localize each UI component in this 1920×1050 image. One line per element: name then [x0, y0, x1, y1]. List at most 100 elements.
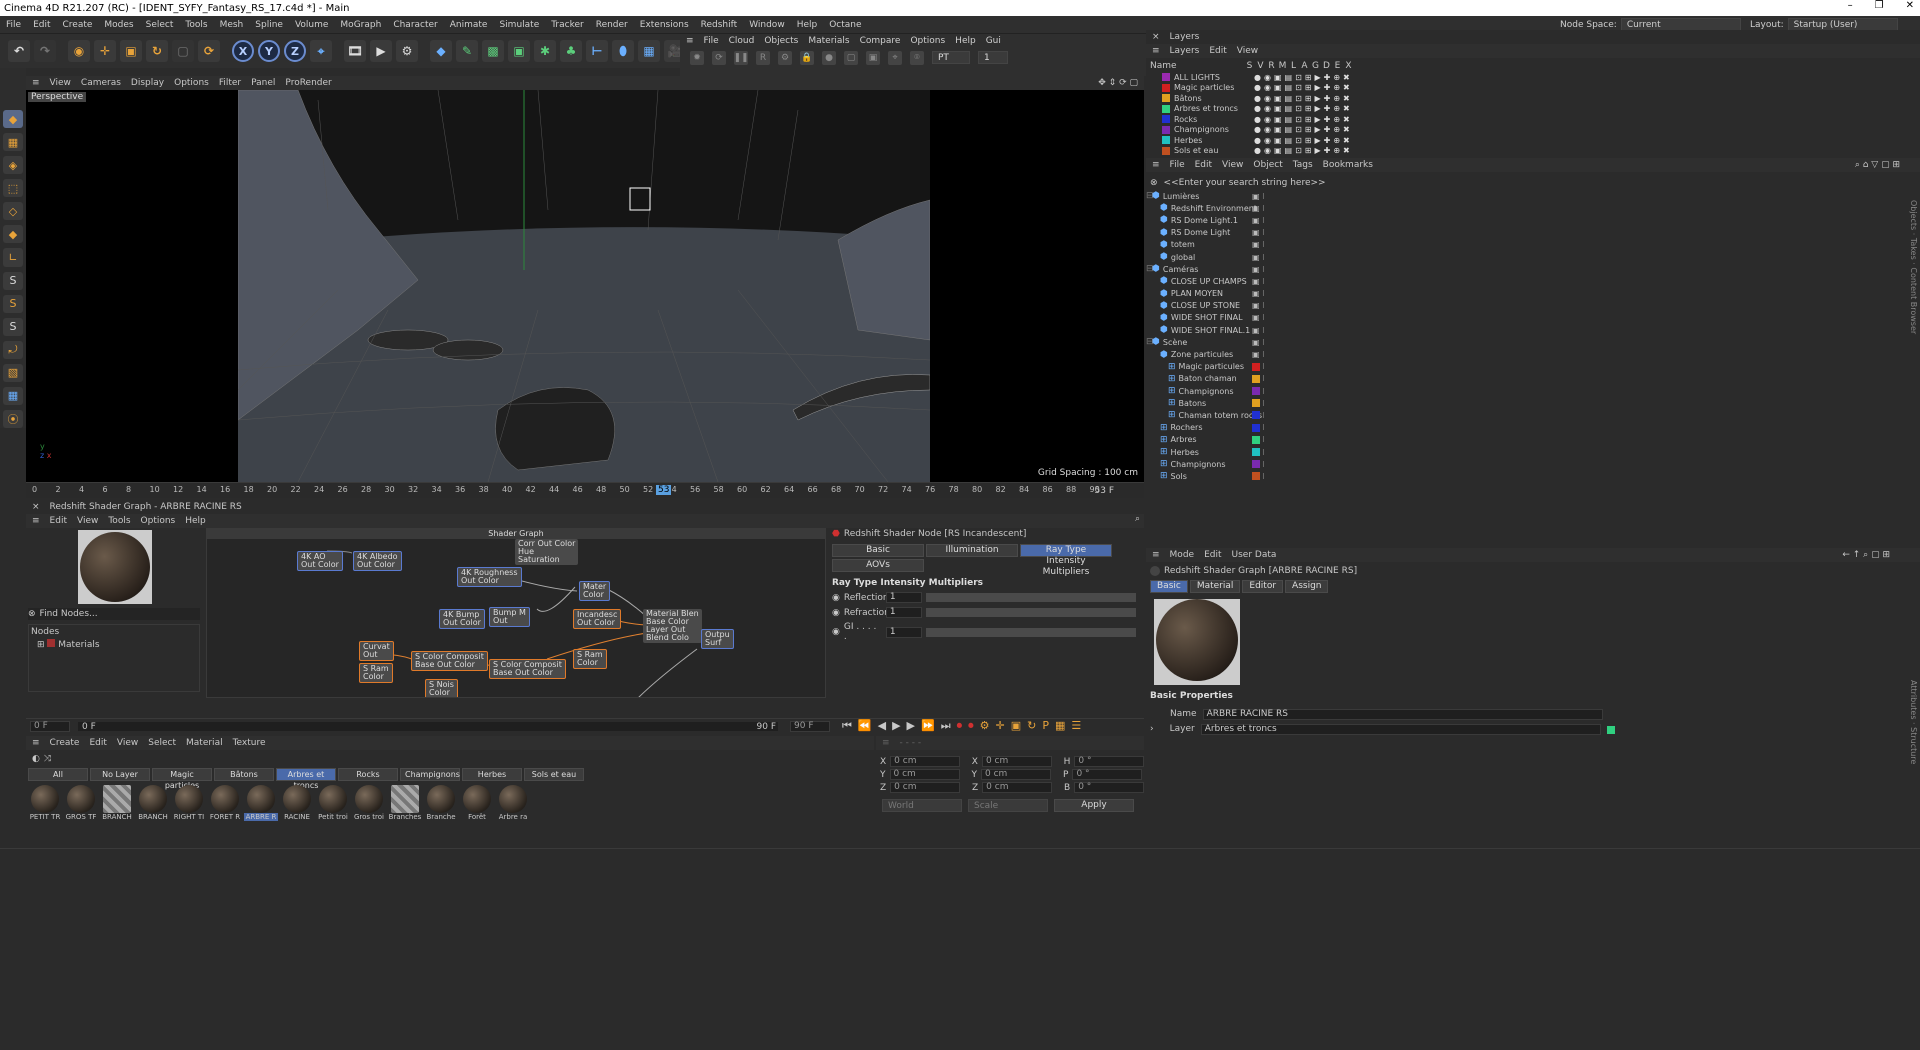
menu-modes[interactable]: Modes — [104, 20, 133, 30]
object-row[interactable]: ⬢ CLOSE UP STONE ▣ ⁝ — [1146, 300, 1920, 312]
side-tab-objects[interactable]: Objects · Takes · Content Browser — [1906, 200, 1918, 334]
object-row[interactable]: ⊟ ⬢ Caméras ▣ ⁝ — [1146, 263, 1920, 275]
pos-field[interactable]: 0 cm — [889, 769, 960, 780]
object-row[interactable]: ⊞Rochers▣ ⁝ — [1146, 422, 1920, 434]
size-field[interactable]: 0 cm — [981, 756, 1052, 767]
hamburger-icon[interactable]: ≡ — [1152, 160, 1160, 170]
node-output[interactable]: Outpu Surf — [701, 629, 734, 649]
param-slider[interactable] — [925, 608, 1136, 617]
layer-toggle-icons[interactable]: ●◉▣▤⊡⊞▶✚⊕✖ — [1254, 136, 1353, 145]
node-ramp-2[interactable]: S Ram Color — [573, 649, 607, 669]
next-frame-icon[interactable]: ▶ — [907, 719, 915, 733]
material-swatch[interactable]: Forêt — [460, 785, 494, 821]
rot-field[interactable]: 0 ° — [1072, 769, 1143, 780]
object-row[interactable]: ⊞Champignons▣ ⁝ — [1146, 385, 1920, 397]
cycle-icon[interactable]: ⟳ — [198, 40, 220, 62]
mm-menu-select[interactable]: Select — [148, 738, 176, 748]
node-color-composite-2[interactable]: S Color Composit Base Out Color — [489, 659, 566, 679]
layer-column-header[interactable]: E — [1332, 61, 1343, 71]
node-color-composite-1[interactable]: S Color Composit Base Out Color — [411, 651, 488, 671]
object-row[interactable]: ⬢ PLAN MOYEN ▣ ⁝ — [1146, 288, 1920, 300]
close-icon[interactable]: × — [32, 502, 40, 512]
object-row[interactable]: ⬢ RS Dome Light.1 ▣ ⁝ — [1146, 214, 1920, 226]
menu-render[interactable]: Render — [596, 20, 628, 30]
object-visibility-icon[interactable]: ▣ ⁝ — [1252, 216, 1265, 225]
layer-color-swatch[interactable] — [1162, 125, 1170, 134]
rs-menu-materials[interactable]: Materials — [808, 36, 849, 46]
play-icon[interactable]: ▶ — [892, 719, 900, 733]
attr-menu-userdata[interactable]: User Data — [1232, 550, 1277, 560]
hamburger-icon[interactable]: ≡ — [1152, 550, 1160, 560]
obj-menu-view[interactable]: View — [1222, 160, 1243, 170]
rotation-key-icon[interactable]: ↻ — [1027, 719, 1036, 733]
timeline-ruler[interactable]: 0 2 4 6 8 10 12 14 16 18 20 22 24 26 28 30 32 34 36 38 40 42 4… — [26, 482, 1144, 498]
edges-mode-icon[interactable]: ◇ — [3, 202, 23, 221]
rotate-icon[interactable]: ↻ — [146, 40, 168, 62]
vp-menu-cameras[interactable]: Cameras — [81, 78, 121, 88]
obj-menu-bookmarks[interactable]: Bookmarks — [1323, 160, 1373, 170]
vp-menu-filter[interactable]: Filter — [219, 78, 241, 88]
object-layer-swatch[interactable] — [1252, 387, 1260, 396]
vp-menu-display[interactable]: Display — [131, 78, 164, 88]
find-nodes-input[interactable]: Find Nodes... — [40, 609, 98, 619]
frame-field[interactable]: 1 — [978, 51, 1008, 64]
filter-tab[interactable]: Bâtons — [214, 768, 274, 781]
material-swatch[interactable]: Petit troi — [316, 785, 350, 821]
array-icon[interactable]: ▣ — [508, 40, 530, 62]
minimize-button[interactable]: – — [1848, 0, 1853, 11]
param-slider[interactable] — [925, 593, 1136, 602]
layer-toggle-icons[interactable]: ●◉▣▤⊡⊞▶✚⊕✖ — [1254, 94, 1353, 103]
render-region-icon[interactable]: 🎞 — [344, 40, 366, 62]
object-layer-swatch[interactable] — [1252, 435, 1260, 444]
pos-field[interactable]: 0 cm — [890, 782, 960, 793]
go-end-icon[interactable]: ⏭ — [941, 719, 951, 733]
param-value[interactable]: 1 — [885, 592, 922, 603]
search-icon[interactable]: ⌕ — [1135, 514, 1140, 524]
node-4k-bump[interactable]: 4K Bump Out Color — [439, 609, 485, 629]
prev-key-icon[interactable]: ⏪ — [858, 719, 872, 733]
menu-spline[interactable]: Spline — [255, 20, 283, 30]
lock-icon[interactable]: 🔒 — [800, 51, 814, 65]
node-material-blender[interactable]: Material Blen Base Color Layer Out Blend Co… — [643, 609, 702, 643]
object-visibility-icon[interactable]: ▣ ⁝ — [1252, 228, 1265, 237]
layer-column-header[interactable]: V — [1255, 61, 1266, 71]
sg-menu-tools[interactable]: Tools — [108, 516, 130, 526]
object-row[interactable]: ⬢ CLOSE UP CHAMPS ▣ ⁝ — [1146, 275, 1920, 287]
sg-menu-view[interactable]: View — [77, 516, 98, 526]
param-key-icon[interactable]: P — [1042, 719, 1049, 733]
pin-icon[interactable]: ⌖ — [888, 51, 902, 65]
clear-icon[interactable]: ⊗ — [28, 609, 36, 619]
layer-toggle-icons[interactable]: ●◉▣▤⊡⊞▶✚⊕✖ — [1254, 104, 1353, 113]
node-graph-canvas[interactable]: Shader Graph 4K AO Out Color 4K Albedo Out… — [206, 528, 826, 698]
param-radio-icon[interactable]: ◉ — [832, 593, 840, 603]
material-sphere-icon[interactable]: ◐ — [32, 754, 40, 764]
rs-menu-gui[interactable]: Gui — [986, 36, 1001, 46]
node-4k-albedo[interactable]: 4K Albedo Out Color — [353, 551, 402, 571]
menu-help[interactable]: Help — [797, 20, 818, 30]
node-material[interactable]: Mater Color — [579, 581, 611, 601]
node-noise[interactable]: S Nois Color — [425, 679, 458, 697]
autokey-icon[interactable]: ⏺ — [968, 719, 974, 733]
name-input[interactable]: ARBRE RACINE RS — [1202, 709, 1603, 720]
layer-input[interactable]: Arbres et troncs — [1200, 724, 1601, 735]
hamburger-icon[interactable]: ≡ — [32, 738, 40, 748]
material-swatch[interactable]: Branche — [424, 785, 458, 821]
shuffle-icon[interactable]: ⤨ — [44, 754, 51, 764]
material-swatch[interactable]: Arbre ra — [496, 785, 530, 821]
object-row[interactable]: ⊞Herbes▣ ⁝ — [1146, 446, 1920, 458]
object-layer-swatch[interactable] — [1252, 472, 1260, 481]
deformer-icon[interactable]: ⊢ — [586, 40, 608, 62]
object-row[interactable]: ⊟ ⬢ Lumières ▣ ⁝ — [1146, 190, 1920, 202]
apply-button[interactable]: Apply — [1054, 799, 1134, 812]
gear-icon[interactable]: ✹ — [690, 51, 704, 65]
axis-icon[interactable]: ∟ — [3, 248, 23, 267]
filter-tab[interactable]: No Layer — [90, 768, 150, 781]
attr-tab-assign[interactable]: Assign — [1285, 580, 1329, 593]
field-icon[interactable]: ⬮ — [612, 40, 634, 62]
object-visibility-icon[interactable]: ▣ ⁝ — [1252, 313, 1265, 322]
quantize-icon[interactable]: ⤾ — [3, 340, 23, 359]
sphere-icon[interactable]: ● — [822, 51, 836, 65]
object-visibility-icon[interactable]: ▣ ⁝ — [1252, 192, 1265, 201]
layer-toggle-icons[interactable]: ●◉▣▤⊡⊞▶✚⊕✖ — [1254, 115, 1353, 124]
object-visibility-icon[interactable]: ▣ ⁝ — [1252, 277, 1265, 286]
